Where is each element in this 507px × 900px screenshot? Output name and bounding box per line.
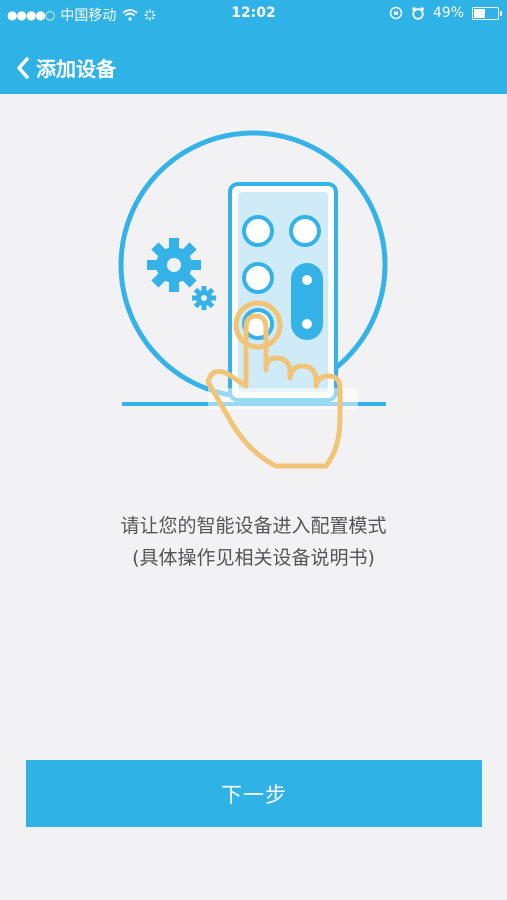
instruction-text: 请让您的智能设备进入配置模式 (具体操作见相关设备说明书)	[0, 510, 507, 574]
back-button[interactable]: 添加设备	[16, 53, 116, 82]
small-gear-icon	[192, 286, 216, 310]
chevron-left-icon	[17, 56, 29, 79]
alarm-icon	[412, 7, 424, 20]
next-step-button[interactable]: 下一步	[26, 760, 482, 827]
page-title: 添加设备	[36, 57, 116, 81]
instruction-line-1: 请让您的智能设备进入配置模式	[120, 515, 387, 537]
rotation-lock-icon	[389, 6, 403, 20]
battery-icon	[472, 6, 502, 20]
app-header: ●●●●○ 中国移动 12:02 49% 添加设备	[0, 0, 507, 94]
status-right: 49%	[389, 5, 502, 21]
gear-icon	[147, 238, 201, 292]
device-config-illustration	[118, 130, 388, 469]
battery-level	[474, 8, 486, 18]
instruction-line-2: (具体操作见相关设备说明书)	[132, 547, 375, 569]
battery-percent: 49%	[432, 5, 464, 21]
status-bar: ●●●●○ 中国移动 12:02 49%	[0, 0, 507, 28]
navigation-bar: 添加设备	[0, 44, 507, 92]
